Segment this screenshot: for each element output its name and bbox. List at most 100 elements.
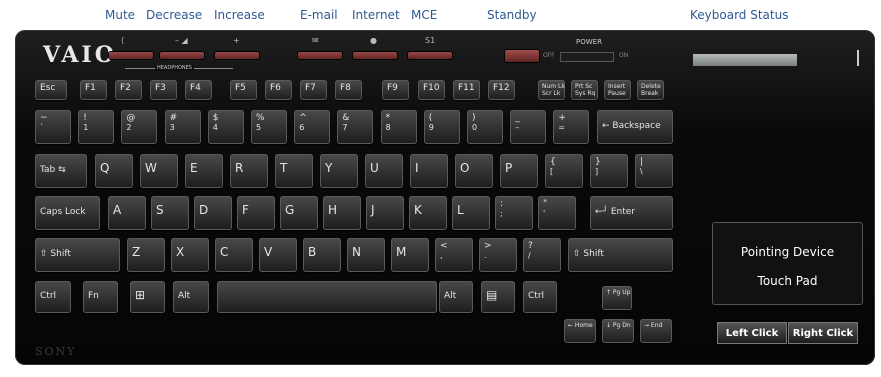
key-space[interactable] xyxy=(217,281,437,313)
key-b[interactable]: B xyxy=(303,238,341,272)
key-f7[interactable]: F7 xyxy=(300,80,327,100)
key-f6[interactable]: F6 xyxy=(265,80,292,100)
key-f2[interactable]: F2 xyxy=(115,80,142,100)
key-windows[interactable]: ⊞ xyxy=(130,281,165,313)
key-a-row-symbol-1[interactable]: " ' xyxy=(538,196,576,230)
key-a-row-symbol-0[interactable]: :; xyxy=(495,196,533,230)
key-f8[interactable]: F8 xyxy=(335,80,362,100)
key-ctrl-right[interactable]: Ctrl xyxy=(523,281,557,313)
key-g[interactable]: G xyxy=(280,196,318,230)
key-number-11[interactable]: _ – xyxy=(510,110,547,144)
key-q[interactable]: Q xyxy=(95,154,133,188)
key-alt-right[interactable]: Alt xyxy=(439,281,473,313)
key-ctrl-left[interactable]: Ctrl xyxy=(35,281,71,313)
key-tab[interactable]: Tab ⇆ xyxy=(35,154,87,188)
key-c[interactable]: C xyxy=(215,238,253,272)
key-q-row-symbol-1[interactable]: }] xyxy=(590,154,628,188)
key-f5[interactable]: F5 xyxy=(230,80,257,100)
key-number-6[interactable]: ^ 6 xyxy=(294,110,331,144)
key-prtsc-sysrq[interactable]: Prt Sc Sys Rq xyxy=(571,80,598,100)
key-number-4[interactable]: $4 xyxy=(207,110,244,144)
key-arrow-up[interactable]: ↑ Pg Up xyxy=(602,286,632,310)
key-lower-legend: 3 xyxy=(169,123,175,133)
key-numlk-scrlk[interactable]: Num Lk Scr Lk xyxy=(538,80,565,100)
key-l[interactable]: L xyxy=(452,196,490,230)
key-y[interactable]: Y xyxy=(320,154,358,188)
key-f4[interactable]: F4 xyxy=(185,80,212,100)
key-number-1[interactable]: ! 1 xyxy=(78,110,115,144)
key-number-9[interactable]: (9 xyxy=(423,110,460,144)
key-m[interactable]: M xyxy=(391,238,429,272)
key-number-3[interactable]: #3 xyxy=(164,110,201,144)
email-button[interactable] xyxy=(298,52,342,59)
key-f10[interactable]: F10 xyxy=(418,80,445,100)
key-caps-lock[interactable]: Caps Lock xyxy=(35,196,100,230)
key-arrow-right[interactable]: → End xyxy=(640,319,672,343)
key-delete-break[interactable]: Delete Break xyxy=(637,80,664,100)
key-f9[interactable]: F9 xyxy=(382,80,409,100)
key-alt-left[interactable]: Alt xyxy=(173,281,209,313)
key-shift-left[interactable]: ⇧ Shift xyxy=(35,238,120,272)
key-n[interactable]: N xyxy=(347,238,385,272)
key-w[interactable]: W xyxy=(140,154,178,188)
key-p[interactable]: P xyxy=(500,154,538,188)
key-upper-legend: + xyxy=(558,113,566,123)
key-i[interactable]: I xyxy=(410,154,448,188)
key-backspace[interactable]: ← Backspace xyxy=(597,110,673,144)
key-f[interactable]: F xyxy=(237,196,275,230)
key-enter[interactable]: ←┘ Enter xyxy=(590,196,673,230)
volume-down-button[interactable] xyxy=(160,52,204,59)
key-r[interactable]: R xyxy=(230,154,268,188)
key-e[interactable]: E xyxy=(185,154,223,188)
standby-button[interactable] xyxy=(505,50,539,62)
key-u[interactable]: U xyxy=(365,154,403,188)
power-switch[interactable] xyxy=(560,52,614,62)
key-esc[interactable]: Esc xyxy=(35,80,67,100)
key-q-row-symbol-2[interactable]: | \ xyxy=(635,154,673,188)
key-f3[interactable]: F3 xyxy=(150,80,177,100)
key-j[interactable]: J xyxy=(366,196,404,230)
key-fn[interactable]: Fn xyxy=(83,281,118,313)
key-t[interactable]: T xyxy=(275,154,313,188)
mce-button[interactable] xyxy=(408,52,452,59)
right-click-button[interactable]: Right Click xyxy=(788,322,858,344)
key-number-12[interactable]: + = xyxy=(553,110,590,144)
key-f11[interactable]: F11 xyxy=(453,80,480,100)
key-number-10[interactable]: ) 0 xyxy=(467,110,503,144)
key-o[interactable]: O xyxy=(455,154,493,188)
key-shift-right[interactable]: ⇧ Shift xyxy=(568,238,673,272)
key-q-row-symbol-0[interactable]: {[ xyxy=(545,154,583,188)
key-x[interactable]: X xyxy=(171,238,209,272)
key-z-row-symbol-2[interactable]: ? / xyxy=(523,238,561,272)
key-arrow-left[interactable]: ← Home xyxy=(564,319,596,343)
key-number-8[interactable]: * 8 xyxy=(380,110,417,144)
key-f1[interactable]: F1 xyxy=(80,80,107,100)
key-z-row-symbol-1[interactable]: >. xyxy=(479,238,517,272)
email-icon: ✉ xyxy=(312,36,319,45)
key-lower-legend: / xyxy=(528,251,531,261)
status-indicator xyxy=(857,50,859,66)
key-number-7[interactable]: & 7 xyxy=(337,110,374,144)
key-menu[interactable]: ▤ xyxy=(481,281,515,313)
keyboard-status-display xyxy=(693,54,797,66)
key-number-0[interactable]: ~ ` xyxy=(35,110,71,144)
key-s[interactable]: S xyxy=(151,196,189,230)
key-number-2[interactable]: @2 xyxy=(121,110,158,144)
key-number-5[interactable]: % 5 xyxy=(251,110,287,144)
internet-button[interactable] xyxy=(353,52,397,59)
key-a[interactable]: A xyxy=(108,196,146,230)
key-v[interactable]: V xyxy=(259,238,297,272)
internet-callout: Internet xyxy=(352,8,400,22)
mute-button[interactable] xyxy=(109,52,153,59)
touch-pad[interactable]: Pointing Device Touch Pad xyxy=(712,222,863,305)
left-click-button[interactable]: Left Click xyxy=(717,322,787,344)
key-f12[interactable]: F12 xyxy=(488,80,515,100)
key-d[interactable]: D xyxy=(194,196,232,230)
key-arrow-down[interactable]: ↓ Pg Dn xyxy=(602,319,634,343)
key-k[interactable]: K xyxy=(409,196,447,230)
key-z[interactable]: Z xyxy=(127,238,165,272)
key-h[interactable]: H xyxy=(323,196,361,230)
key-insert-pause[interactable]: Insert Pause xyxy=(604,80,631,100)
volume-up-button[interactable] xyxy=(215,52,259,59)
key-z-row-symbol-0[interactable]: <, xyxy=(435,238,473,272)
